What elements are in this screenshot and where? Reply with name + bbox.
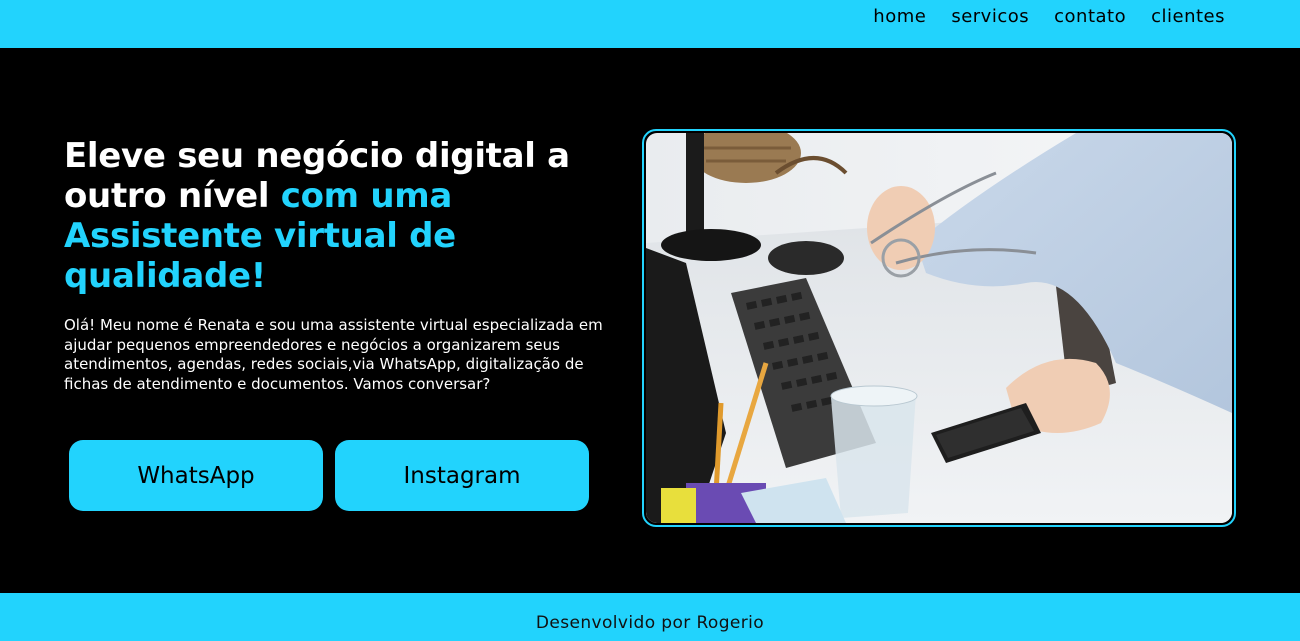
nav-link-clientes[interactable]: clientes (1151, 6, 1225, 27)
hero-intro-text: Olá! Meu nome é Renata e sou uma assiste… (64, 316, 603, 393)
top-navbar: home servicos contato clientes (0, 0, 1300, 48)
main-nav: home servicos contato clientes (873, 6, 1225, 27)
office-desk-photo (646, 133, 1232, 523)
whatsapp-button[interactable]: WhatsApp (69, 440, 323, 511)
footer-credit: Desenvolvido por Rogerio (535, 613, 765, 633)
hero-title: Eleve seu negócio digital a outro nível … (64, 136, 624, 296)
hero-image-frame (642, 129, 1236, 527)
instagram-button[interactable]: Instagram (335, 440, 589, 511)
nav-link-contato[interactable]: contato (1054, 6, 1126, 27)
nav-link-home[interactable]: home (873, 6, 926, 27)
footer: Desenvolvido por Rogerio (0, 593, 1300, 641)
nav-link-servicos[interactable]: servicos (951, 6, 1029, 27)
